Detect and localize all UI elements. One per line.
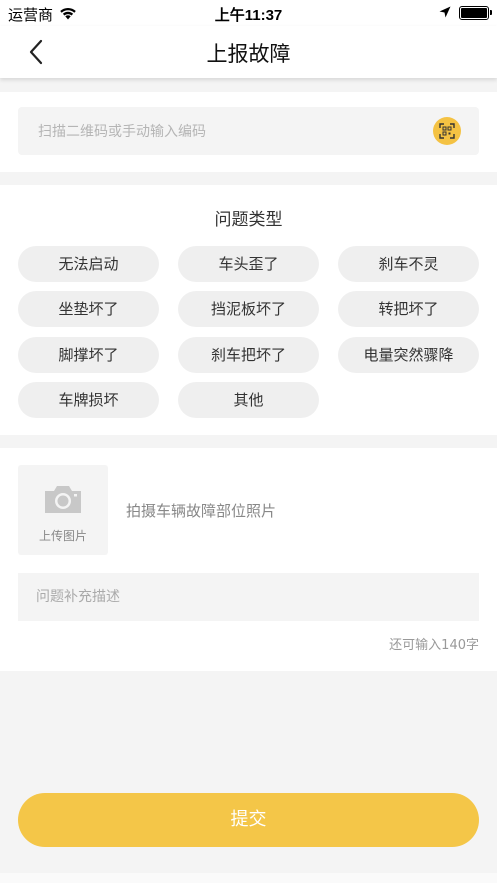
battery-level bbox=[461, 8, 487, 18]
tag-kickstand-broken[interactable]: 脚撑坏了 bbox=[18, 337, 159, 373]
description-input[interactable] bbox=[18, 573, 479, 621]
tag-seat-broken[interactable]: 坐垫坏了 bbox=[18, 291, 159, 327]
status-time: 上午11:37 bbox=[214, 7, 283, 24]
scan-button[interactable] bbox=[433, 117, 461, 145]
tag-throttle-broken[interactable]: 转把坏了 bbox=[338, 291, 479, 327]
code-input[interactable] bbox=[36, 107, 420, 157]
tag-cannot-start[interactable]: 无法启动 bbox=[18, 246, 159, 282]
photo-hint: 拍摄车辆故障部位照片 bbox=[126, 502, 277, 520]
upload-image-label: 上传图片 bbox=[38, 529, 87, 543]
status-bar: 运营商 上午11:37 bbox=[0, 0, 497, 26]
upload-image-button[interactable]: 上传图片 bbox=[18, 465, 108, 555]
problem-type-title: 问题类型 bbox=[214, 210, 283, 230]
tag-battery-drop[interactable]: 电量突然骤降 bbox=[338, 337, 479, 373]
tag-brake-failure[interactable]: 刹车不灵 bbox=[338, 246, 479, 282]
scan-section bbox=[0, 92, 497, 172]
status-right bbox=[439, 4, 492, 22]
char-counter: 还可输入140字 bbox=[389, 638, 479, 653]
tag-brake-lever-broken[interactable]: 刹车把坏了 bbox=[178, 337, 319, 373]
nav-bar: 上报故障 bbox=[0, 26, 497, 78]
tag-handlebar-crooked[interactable]: 车头歪了 bbox=[178, 246, 319, 282]
scan-icon bbox=[439, 123, 455, 139]
tag-other[interactable]: 其他 bbox=[178, 382, 319, 418]
battery-icon bbox=[459, 6, 492, 20]
submit-button[interactable]: 提交 bbox=[18, 793, 479, 847]
tag-mudguard-broken[interactable]: 挡泥板坏了 bbox=[178, 291, 319, 327]
code-input-container bbox=[18, 107, 479, 157]
photo-section: 上传图片 拍摄车辆故障部位照片 还可输入140字 bbox=[0, 448, 497, 671]
home-indicator bbox=[0, 873, 497, 883]
page-title: 上报故障 bbox=[206, 42, 291, 66]
location-arrow-icon bbox=[439, 4, 451, 22]
camera-icon bbox=[43, 483, 83, 519]
problem-type-section: 问题类型 无法启动 车头歪了 刹车不灵 坐垫坏了 挡泥板坏了 转把坏了 脚撑坏了… bbox=[0, 185, 497, 435]
tag-plate-damaged[interactable]: 车牌损坏 bbox=[18, 382, 159, 418]
